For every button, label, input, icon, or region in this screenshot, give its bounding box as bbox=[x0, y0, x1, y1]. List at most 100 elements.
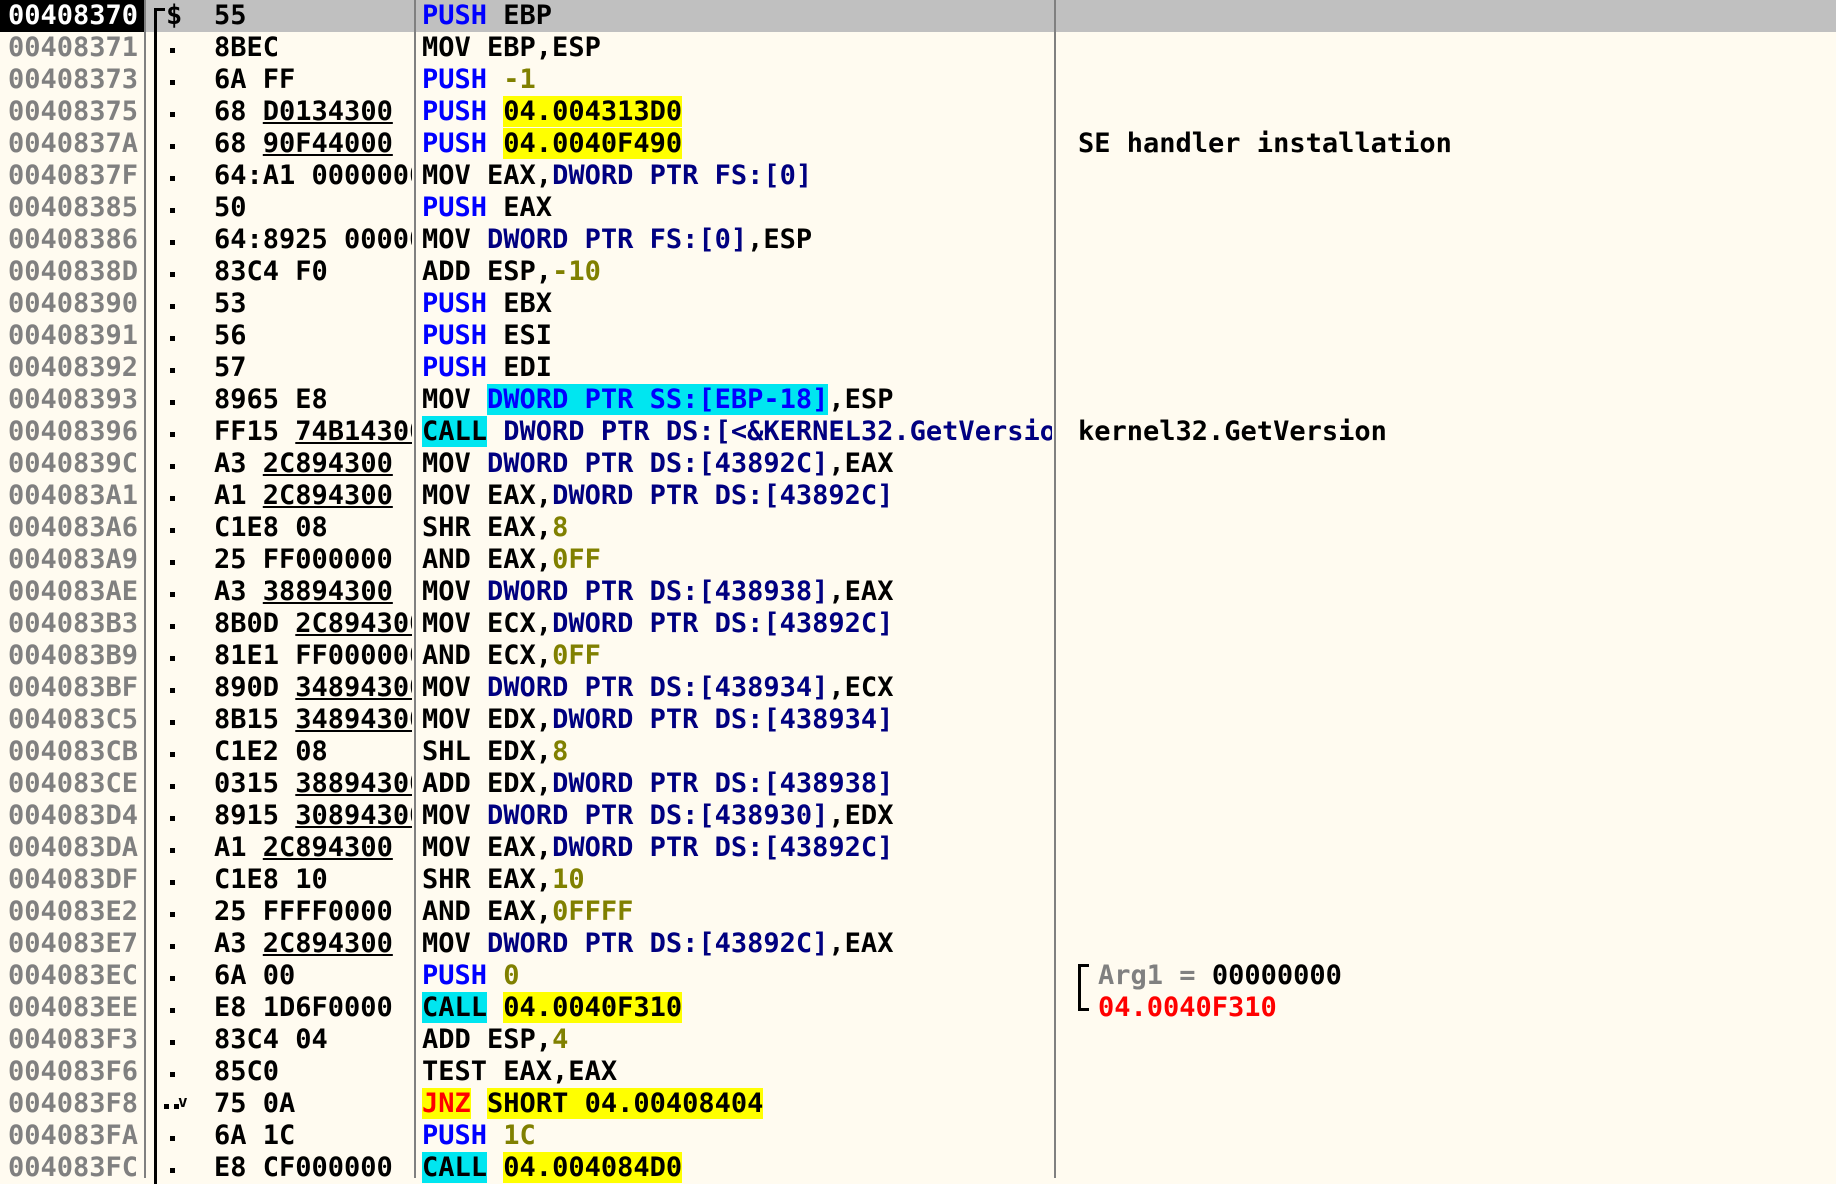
disassembly-cell: MOV DWORD PTR FS:[0],ESP bbox=[422, 224, 813, 255]
flow-marker bbox=[148, 992, 208, 1024]
disassembly-cell: PUSH 1C bbox=[422, 1120, 536, 1151]
address-cell: 004083B9 bbox=[8, 640, 139, 671]
instruction-row[interactable]: 004083A6 C1E8 08 SHR EAX,8 bbox=[0, 512, 1836, 544]
instruction-row[interactable]: 004083DA A1 2C894300 MOV EAX,DWORD PTR DS:… bbox=[0, 832, 1836, 864]
flow-marker bbox=[148, 928, 208, 960]
column-separator[interactable] bbox=[1054, 0, 1056, 1178]
instruction-row[interactable]: 00408396 FF15 74B14300 CALL DWORD PTR DS:[… bbox=[0, 416, 1836, 448]
address-cell: 004083A1 bbox=[8, 480, 139, 511]
disassembly-cell: AND EAX,0FFFF bbox=[422, 896, 634, 927]
instruction-row[interactable]: 004083DF C1E8 10 SHR EAX,10 bbox=[0, 864, 1836, 896]
disassembly-cell: MOV DWORD PTR DS:[438934],ECX bbox=[422, 672, 894, 703]
instruction-row[interactable]: 00408390 53 PUSH EBX bbox=[0, 288, 1836, 320]
instruction-row[interactable]: 004083CE 0315 38894300 ADD EDX,DWORD PTR D… bbox=[0, 768, 1836, 800]
hex-dump-cell: 8965 E8 bbox=[214, 384, 328, 415]
instruction-row[interactable]: 0040839C A3 2C894300 MOV DWORD PTR DS:[438… bbox=[0, 448, 1836, 480]
instruction-row[interactable]: 00408392 57 PUSH EDI bbox=[0, 352, 1836, 384]
instruction-row[interactable]: 004083FA 6A 1C PUSH 1C bbox=[0, 1120, 1836, 1152]
instruction-row[interactable]: 00408385 50 PUSH EAX bbox=[0, 192, 1836, 224]
instruction-row[interactable]: 0040837F 64:A1 00000000 MOV EAX,DWORD PTR … bbox=[0, 160, 1836, 192]
column-separator[interactable] bbox=[144, 0, 146, 1178]
disassembly-cell: ADD EDX,DWORD PTR DS:[438938] bbox=[422, 768, 894, 799]
instruction-row[interactable]: 004083E7 A3 2C894300 MOV DWORD PTR DS:[438… bbox=[0, 928, 1836, 960]
address-cell: 004083F6 bbox=[8, 1056, 139, 1087]
address-cell: 004083CE bbox=[8, 768, 139, 799]
instruction-row[interactable]: 004083A9 25 FF000000 AND EAX,0FF bbox=[0, 544, 1836, 576]
address-cell: 004083F8 bbox=[8, 1088, 139, 1119]
comment-cell bbox=[1078, 832, 1818, 864]
hex-dump-cell: 8915 30894300 bbox=[214, 800, 412, 831]
instruction-row[interactable]: 0040837A 68 90F44000 PUSH 04.0040F490 SE ha… bbox=[0, 128, 1836, 160]
hex-dump-cell: 75 0A bbox=[214, 1088, 296, 1119]
instruction-row[interactable]: 004083F3 83C4 04 ADD ESP,4 bbox=[0, 1024, 1836, 1056]
disassembly-cell: MOV EAX,DWORD PTR FS:[0] bbox=[422, 160, 813, 191]
address-cell: 00408396 bbox=[8, 416, 139, 447]
instruction-row[interactable]: 004083E2 25 FFFF0000 AND EAX,0FFFF bbox=[0, 896, 1836, 928]
instruction-row[interactable]: 004083CB C1E2 08 SHL EDX,8 bbox=[0, 736, 1836, 768]
flow-marker bbox=[148, 1152, 208, 1184]
instruction-row[interactable]: 004083F6 85C0 TEST EAX,EAX bbox=[0, 1056, 1836, 1088]
flow-marker bbox=[148, 640, 208, 672]
instruction-row[interactable]: 004083EE E8 1D6F0000 CALL 04.0040F310 04.00… bbox=[0, 980, 1836, 1024]
instruction-row[interactable]: 004083FC E8 CF000000 CALL 04.004084D0 bbox=[0, 1152, 1836, 1184]
disassembly-cell: MOV DWORD PTR DS:[43892C],EAX bbox=[422, 928, 894, 959]
instruction-row[interactable]: 004083C5 8B15 34894300 MOV EDX,DWORD PTR D… bbox=[0, 704, 1836, 736]
comment-cell bbox=[1078, 512, 1818, 544]
hex-dump-cell: 6A 00 bbox=[214, 960, 296, 991]
disassembly-cell: CALL DWORD PTR DS:[<&KERNEL32.GetVersion… bbox=[422, 416, 1052, 447]
address-cell: 00408371 bbox=[8, 32, 139, 63]
disassembly-cell: CALL 04.004084D0 bbox=[422, 1152, 683, 1183]
comment-cell bbox=[1078, 640, 1818, 672]
instruction-row[interactable]: 00408391 56 PUSH ESI bbox=[0, 320, 1836, 352]
comment-cell bbox=[1078, 544, 1818, 576]
instruction-row[interactable]: 004083B9 81E1 FF000000 AND ECX,0FF bbox=[0, 640, 1836, 672]
disassembly-cell: SHL EDX,8 bbox=[422, 736, 569, 767]
flow-marker bbox=[148, 416, 208, 448]
disassembly-cell: SHR EAX,8 bbox=[422, 512, 569, 543]
flow-marker bbox=[148, 832, 208, 864]
comment-cell bbox=[1078, 64, 1818, 96]
comment-cell: 04.0040F310 bbox=[1078, 980, 1818, 1024]
comment-cell bbox=[1078, 256, 1818, 288]
instruction-row[interactable]: 004083A1 A1 2C894300 MOV EAX,DWORD PTR DS:… bbox=[0, 480, 1836, 512]
instruction-row[interactable]: 00408371 8BEC MOV EBP,ESP bbox=[0, 32, 1836, 64]
flow-marker bbox=[148, 1024, 208, 1056]
instruction-row[interactable]: 004083B3 8B0D 2C894300 MOV ECX,DWORD PTR D… bbox=[0, 608, 1836, 640]
disassembly-cell: TEST EAX,EAX bbox=[422, 1056, 618, 1087]
flow-marker bbox=[148, 32, 208, 64]
flow-marker bbox=[148, 512, 208, 544]
address-cell: 0040837F bbox=[8, 160, 139, 191]
instruction-row[interactable]: 004083AE A3 38894300 MOV DWORD PTR DS:[438… bbox=[0, 576, 1836, 608]
comment-cell bbox=[1078, 480, 1818, 512]
hex-dump-cell: 8BEC bbox=[214, 32, 280, 63]
instruction-row[interactable]: 00408386 64:8925 00000000 MOV DWORD PTR FS… bbox=[0, 224, 1836, 256]
instruction-row[interactable]: 004083BF 890D 34894300 MOV DWORD PTR DS:[4… bbox=[0, 672, 1836, 704]
hex-dump-cell: A1 2C894300 bbox=[214, 480, 393, 511]
flow-marker bbox=[148, 704, 208, 736]
comment-cell bbox=[1078, 800, 1818, 832]
instruction-row[interactable]: 004083EC 6A 00 PUSH 0 Arg1 = 00000000 bbox=[0, 960, 1836, 1007]
disassembly-cell: PUSH 04.0040F490 bbox=[422, 128, 683, 159]
instruction-row[interactable]: 00408373 6A FF PUSH -1 bbox=[0, 64, 1836, 96]
comment-cell bbox=[1078, 192, 1818, 224]
address-cell: 00408386 bbox=[8, 224, 139, 255]
instruction-row[interactable]: 00408375 68 D0134300 PUSH 04.004313D0 bbox=[0, 96, 1836, 128]
comment-cell bbox=[1078, 736, 1818, 768]
instruction-row[interactable]: 0040838D 83C4 F0 ADD ESP,-10 bbox=[0, 256, 1836, 288]
flow-marker bbox=[148, 1120, 208, 1152]
comment-cell bbox=[1078, 0, 1818, 32]
hex-dump-cell: 57 bbox=[214, 352, 247, 383]
hex-dump-cell: E8 CF000000 bbox=[214, 1152, 393, 1183]
comment-cell bbox=[1078, 576, 1818, 608]
column-separator[interactable] bbox=[414, 0, 416, 1178]
instruction-row[interactable]: 00408370 $55 PUSH EBP bbox=[0, 0, 1836, 51]
instruction-row[interactable]: 004083D4 8915 30894300 MOV DWORD PTR DS:[4… bbox=[0, 800, 1836, 832]
comment-cell bbox=[1078, 448, 1818, 480]
flow-marker bbox=[148, 64, 208, 96]
disassembly-pane[interactable]: 00408370 $55 PUSH EBP 00408371 8BEC MOV EBP,E… bbox=[0, 0, 1836, 1184]
disassembly-cell: SHR EAX,10 bbox=[422, 864, 585, 895]
address-cell: 00408391 bbox=[8, 320, 139, 351]
instruction-row[interactable]: 00408393 8965 E8 MOV DWORD PTR SS:[EBP-18]… bbox=[0, 384, 1836, 416]
hex-dump-cell: E8 1D6F0000 bbox=[214, 992, 393, 1023]
instruction-row[interactable]: 004083F8 v 75 0A JNZ SHORT 04.00408404 bbox=[0, 1088, 1836, 1120]
